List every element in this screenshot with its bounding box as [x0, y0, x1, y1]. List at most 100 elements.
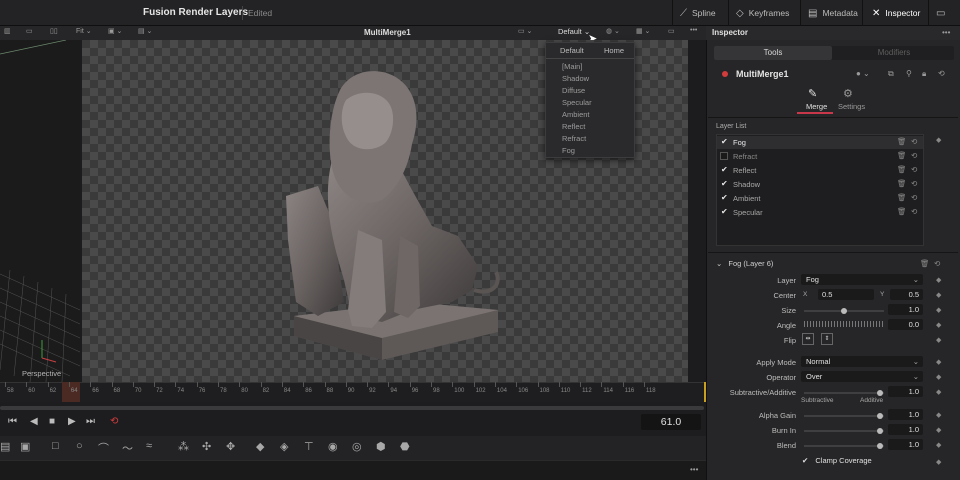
- layer-row-ambient[interactable]: ✔ Ambient 🗑︎ ⟲: [717, 192, 923, 205]
- flip-horizontal-icon[interactable]: ⇹: [802, 333, 814, 345]
- operator-select[interactable]: Over ⌄: [801, 371, 923, 382]
- subtractive-additive-field[interactable]: 1.0: [888, 386, 923, 397]
- keyframe-diamond-icon[interactable]: ◆: [936, 441, 941, 449]
- loop-icon[interactable]: ⟲: [110, 416, 118, 427]
- center-y-field[interactable]: 0.5: [890, 289, 923, 300]
- scrub-bar[interactable]: [0, 406, 704, 410]
- keyframe-diamond-icon[interactable]: ◆: [936, 411, 941, 419]
- angle-dial[interactable]: [804, 321, 884, 327]
- light-tool-icon[interactable]: ◎: [352, 440, 362, 453]
- current-frame-field[interactable]: 61.0: [641, 414, 701, 430]
- fit-select[interactable]: Fit ⌄: [76, 27, 92, 35]
- layer-row-reflect[interactable]: ✔ Reflect 🗑︎ ⟲: [717, 164, 923, 177]
- dropdown-item-main[interactable]: [Main]: [562, 62, 582, 71]
- clamp-coverage-checkbox[interactable]: ✔ Clamp Coverage: [802, 456, 872, 465]
- burn-in-knob[interactable]: [877, 428, 883, 434]
- subtab-merge[interactable]: Merge: [806, 102, 827, 111]
- dual-view-icon[interactable]: ▯▯: [50, 27, 58, 35]
- checkmark-icon[interactable]: ✔: [721, 165, 728, 174]
- reset-icon[interactable]: ⟲: [911, 137, 917, 146]
- blend-knob[interactable]: [877, 443, 883, 449]
- checkmark-icon[interactable]: ✔: [721, 179, 728, 188]
- keyframe-diamond-icon[interactable]: ◆: [936, 373, 941, 381]
- inspector-more-icon[interactable]: •••: [942, 28, 950, 37]
- tab-modifiers[interactable]: Modifiers: [836, 46, 952, 60]
- burn-in-field[interactable]: 1.0: [888, 424, 923, 435]
- reset-icon[interactable]: ⟲: [938, 69, 945, 78]
- media-tool-icon[interactable]: ▣: [20, 440, 30, 453]
- apply-mode-select[interactable]: Normal ⌄: [801, 356, 923, 367]
- color-select[interactable]: ◍ ⌄: [606, 27, 620, 35]
- layer-param-select[interactable]: Fog ⌄: [801, 274, 923, 285]
- dropdown-item-fog[interactable]: Fog: [562, 146, 575, 155]
- dropdown-header-default[interactable]: Default: [560, 46, 584, 55]
- ellipse-tool-icon[interactable]: ○: [76, 440, 83, 452]
- layer-row-shadow[interactable]: ✔ Shadow 🗑︎ ⟲: [717, 178, 923, 191]
- aspect-select[interactable]: ▣ ⌄: [108, 27, 122, 35]
- trash-icon[interactable]: 🗑︎: [920, 259, 930, 268]
- play-icon[interactable]: ▶: [68, 416, 76, 427]
- go-to-end-icon[interactable]: ⏭: [86, 416, 95, 427]
- center-x-field[interactable]: 0.5: [818, 289, 874, 300]
- layer-row-fog[interactable]: ✔ Fog 🗑︎ ⟲: [717, 136, 923, 149]
- single-view-icon[interactable]: ▭: [26, 27, 33, 35]
- reset-icon[interactable]: ⟲: [911, 165, 917, 174]
- monitor-button[interactable]: ▭: [936, 0, 945, 26]
- trash-icon[interactable]: 🗑︎: [897, 179, 907, 188]
- subtractive-additive-slider[interactable]: [804, 392, 884, 394]
- version-icon[interactable]: ⧉: [888, 69, 894, 79]
- checkmark-icon[interactable]: ✔: [721, 207, 728, 216]
- camera3d-tool-icon[interactable]: ◉: [328, 440, 338, 453]
- fog3d-tool-icon[interactable]: ⬣: [400, 440, 410, 453]
- particle-render-icon[interactable]: ✣: [202, 440, 211, 453]
- dropdown-item-specular[interactable]: Specular: [562, 98, 592, 107]
- merge3d-tool-icon[interactable]: ◈: [280, 440, 288, 453]
- dropdown-header-home[interactable]: Home: [604, 46, 624, 55]
- go-to-start-icon[interactable]: ⏮: [8, 416, 17, 427]
- viewer-options-select[interactable]: ▭ ⌄: [518, 27, 532, 35]
- paint-tool-icon[interactable]: ≈: [146, 440, 152, 452]
- alpha-gain-field[interactable]: 1.0: [888, 409, 923, 420]
- keyframe-diamond-icon[interactable]: ◆: [936, 306, 941, 314]
- bspline-tool-icon[interactable]: 〜: [122, 440, 133, 456]
- keyframe-diamond-icon[interactable]: ◆: [936, 276, 941, 284]
- trash-icon[interactable]: 🗑︎: [897, 193, 907, 202]
- chevron-down-icon[interactable]: ⌄: [716, 259, 722, 268]
- dropdown-item-reflect[interactable]: Reflect: [562, 122, 585, 131]
- checkmark-icon[interactable]: ✔: [721, 137, 728, 146]
- blend-field[interactable]: 1.0: [888, 439, 923, 450]
- blend-slider[interactable]: [804, 445, 884, 447]
- tab-tools[interactable]: Tools: [714, 46, 832, 60]
- perspective-3d-view[interactable]: [0, 40, 80, 382]
- keyframe-diamond-icon[interactable]: ◆: [936, 336, 941, 344]
- keyframe-diamond-icon[interactable]: ◆: [936, 426, 941, 434]
- lock-icon[interactable]: 🔒︎: [922, 69, 926, 79]
- alpha-gain-knob[interactable]: [877, 413, 883, 419]
- unchecked-box[interactable]: [720, 152, 728, 160]
- keyframe-diamond-icon[interactable]: ◆: [936, 358, 941, 366]
- keyframes-button[interactable]: ◇ Keyframes: [736, 0, 789, 26]
- checkmark-icon[interactable]: ✔: [721, 193, 728, 202]
- layer-section-header[interactable]: ⌄ Fog (Layer 6): [716, 259, 773, 268]
- dropdown-item-diffuse[interactable]: Diffuse: [562, 86, 585, 95]
- layer-row-refract[interactable]: Refract 🗑︎ ⟲: [717, 150, 923, 163]
- keyframe-diamond-icon[interactable]: ◆: [936, 291, 941, 299]
- dropdown-item-refract[interactable]: Refract: [562, 134, 586, 143]
- lut-select[interactable]: ▤ ⌄: [138, 27, 152, 35]
- subtractive-additive-knob[interactable]: [877, 390, 883, 396]
- subtab-settings[interactable]: Settings: [838, 102, 865, 111]
- background-tool-icon[interactable]: ▤: [0, 440, 10, 453]
- metadata-button[interactable]: ▤ Metadata: [808, 0, 858, 26]
- inspector-button[interactable]: ✕ Inspector: [872, 0, 920, 26]
- reset-icon[interactable]: ⟲: [911, 179, 917, 188]
- stop-icon[interactable]: ■: [49, 416, 55, 427]
- trash-icon[interactable]: 🗑︎: [897, 207, 907, 216]
- dropdown-item-shadow[interactable]: Shadow: [562, 74, 589, 83]
- alpha-gain-slider[interactable]: [804, 415, 884, 417]
- spline-button[interactable]: ⟋ Spline: [680, 0, 716, 26]
- reverse-play-icon[interactable]: ◀: [30, 416, 38, 427]
- channel-select[interactable]: Default ⌄: [558, 27, 590, 36]
- polygon-tool-icon[interactable]: ⌒: [98, 440, 109, 456]
- angle-field[interactable]: 0.0: [888, 319, 923, 330]
- roi-icon[interactable]: ▭: [668, 27, 675, 35]
